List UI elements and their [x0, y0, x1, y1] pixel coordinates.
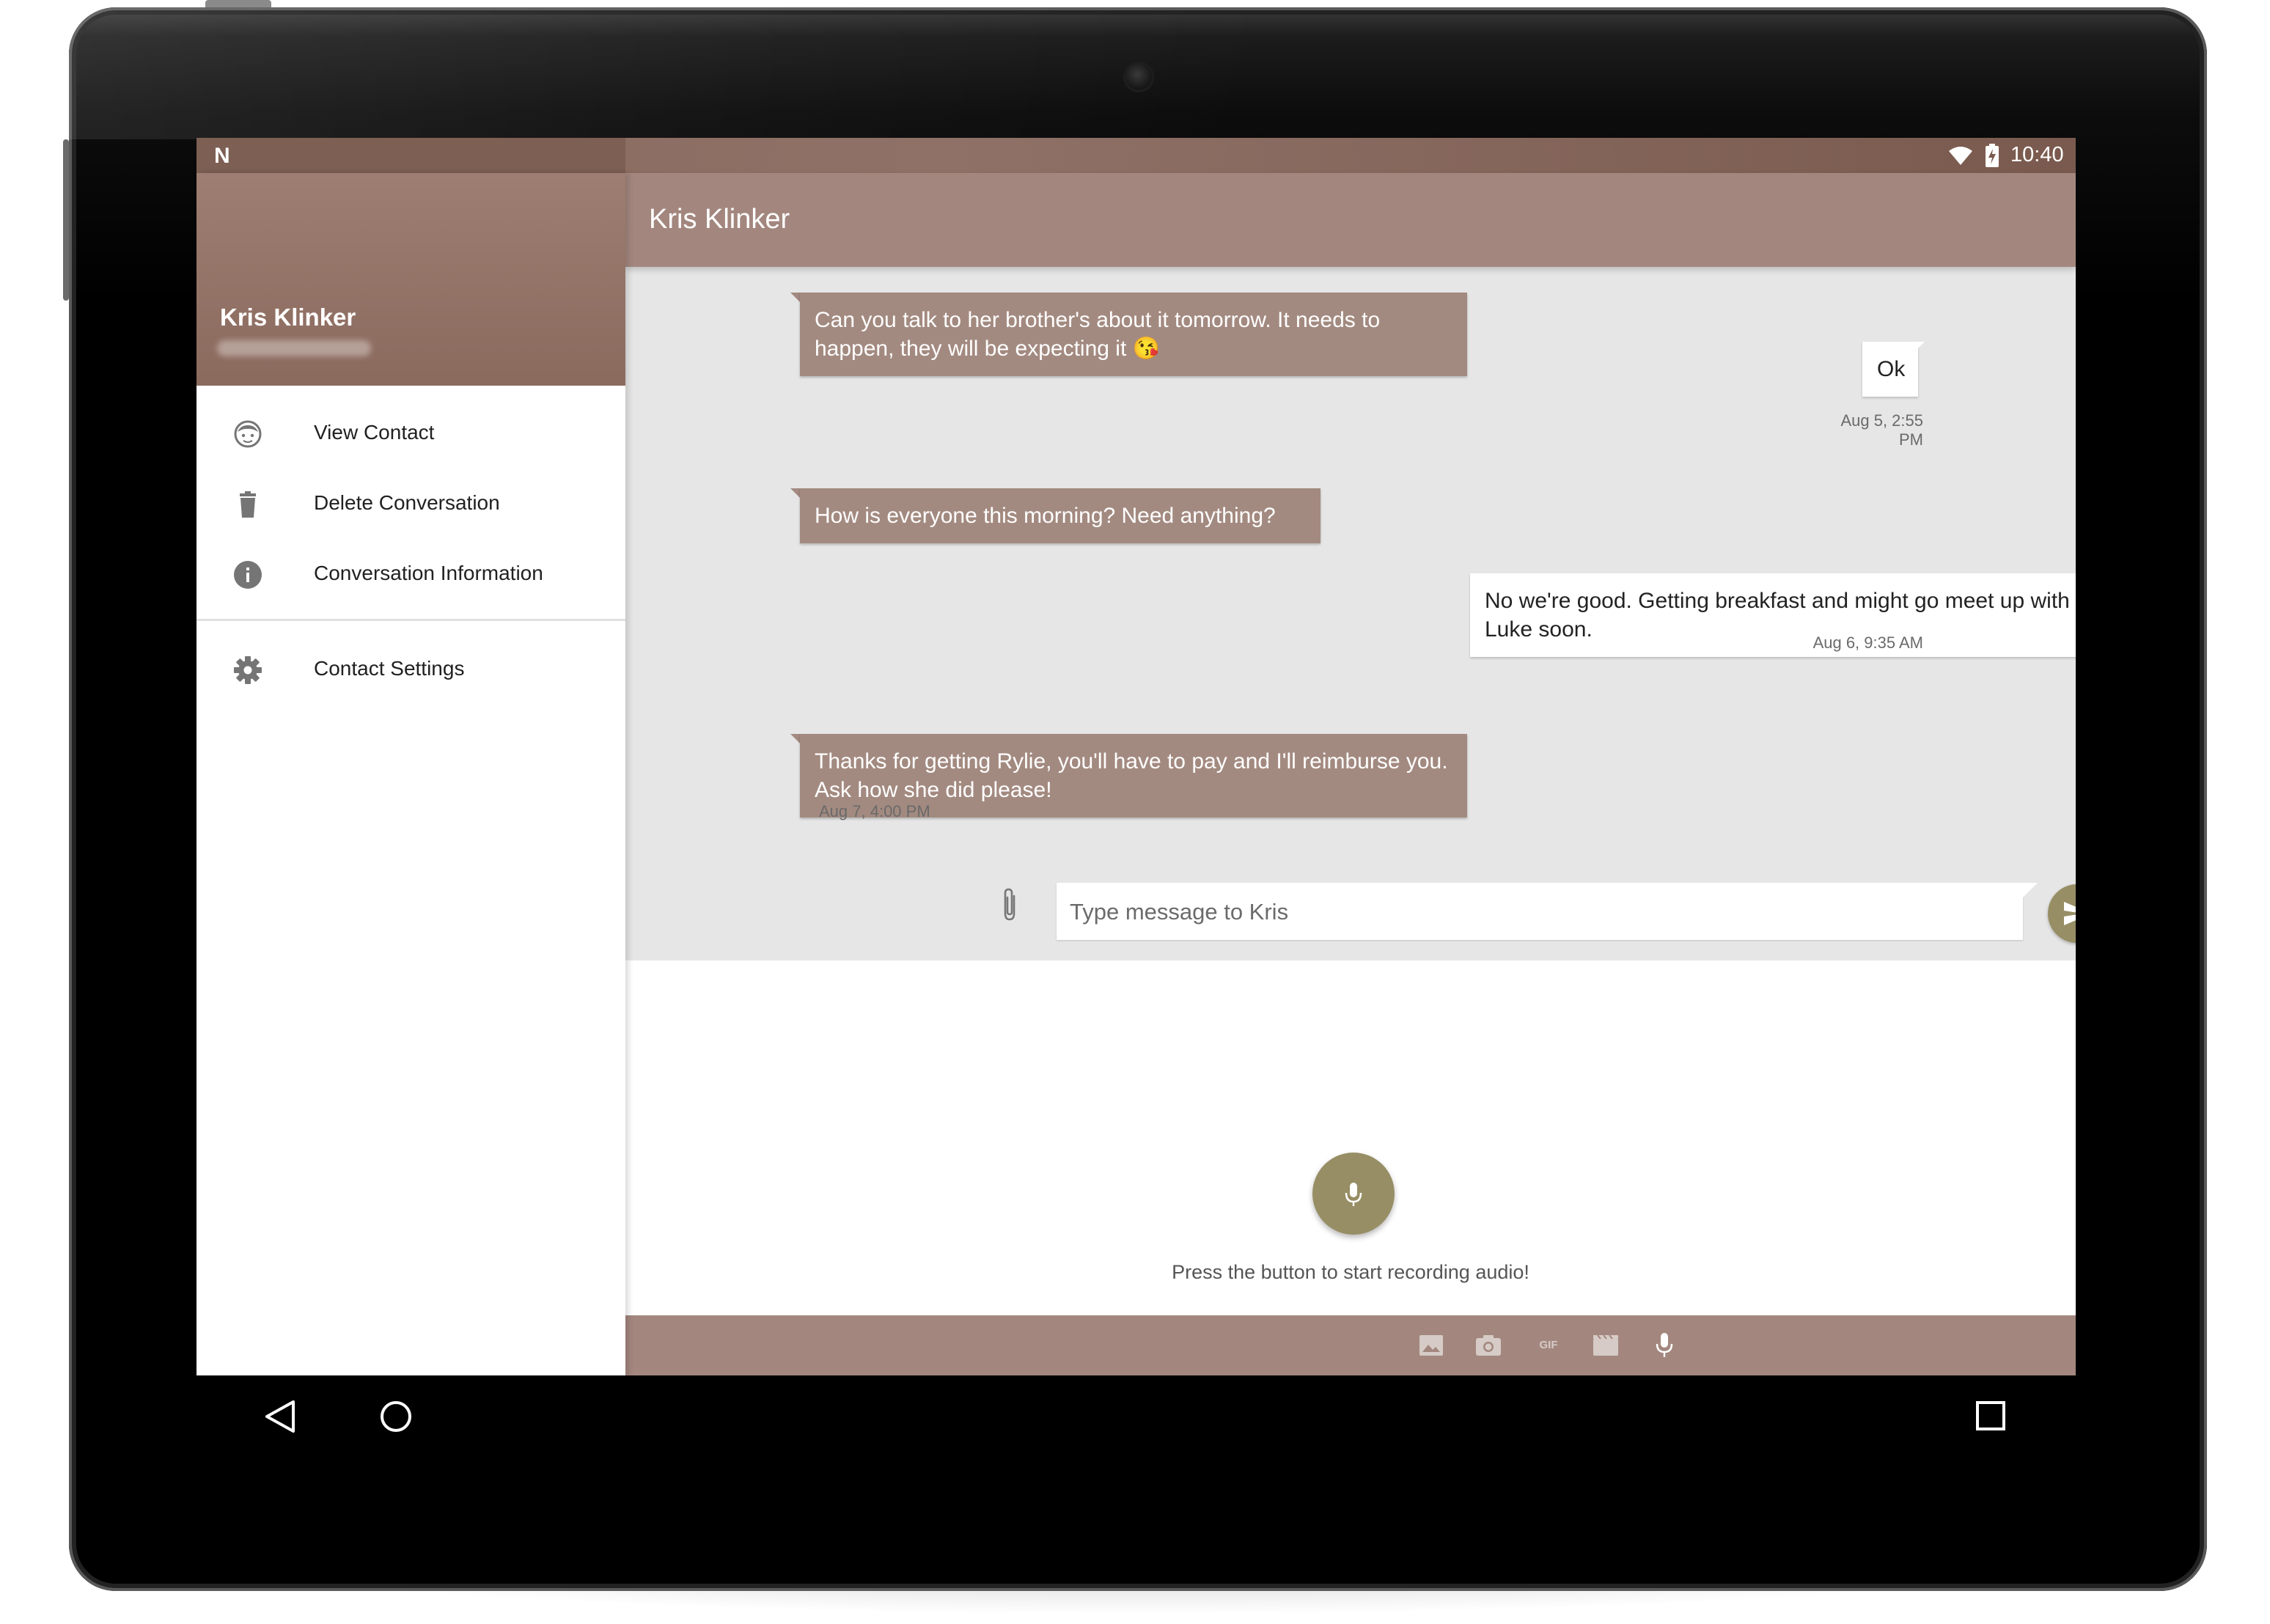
- input-tail: [2023, 883, 2038, 897]
- menu-item-view-contact[interactable]: View Contact: [196, 397, 625, 468]
- conversation-list[interactable]: Can you talk to her brother's about it t…: [625, 267, 2076, 960]
- message-text: Ok: [1877, 357, 1906, 381]
- volume-button: [63, 139, 69, 301]
- message-text: How is everyone this morning? Need anyth…: [815, 504, 1276, 528]
- gif-icon[interactable]: GIF: [1535, 1331, 1562, 1359]
- front-camera: [1125, 64, 1152, 90]
- message-text: Can you talk to her brother's about it t…: [815, 308, 1381, 361]
- tablet-screen: N 10:40 Kris Klinker Can you talk to her…: [196, 138, 2076, 1375]
- message-timestamp: Aug 7, 4:00 PM: [819, 802, 930, 820]
- paperclip-icon[interactable]: [999, 887, 1020, 922]
- battery-charging-icon: [1986, 144, 1999, 167]
- notification-icon: N: [214, 144, 230, 168]
- info-icon: [234, 561, 262, 589]
- drawer-contact-name: Kris Klinker: [220, 304, 356, 331]
- message-input[interactable]: [1068, 883, 2010, 941]
- app-bar: Kris Klinker: [625, 173, 2076, 267]
- status-clock: 10:40: [2010, 143, 2064, 166]
- audio-recorder-panel: Press the button to start recording audi…: [625, 960, 2076, 1315]
- navigation-drawer: Kris Klinker View Contact Delete Convers…: [196, 173, 625, 1375]
- message-bubble-outgoing[interactable]: No we're good. Getting breakfast and mig…: [1470, 573, 2076, 657]
- image-icon[interactable]: [1417, 1331, 1445, 1359]
- attachment-toolbar: GIF: [625, 1315, 2076, 1375]
- camera-icon[interactable]: [1474, 1331, 1502, 1359]
- drawer-header: Kris Klinker: [196, 173, 625, 386]
- menu-item-delete-conversation[interactable]: Delete Conversation: [196, 468, 625, 538]
- menu-divider: [196, 619, 625, 621]
- message-timestamp: Aug 5, 2:55 PM: [1840, 411, 1923, 449]
- message-bubble-incoming[interactable]: Can you talk to her brother's about it t…: [800, 293, 1467, 376]
- message-bubble-incoming[interactable]: How is everyone this morning? Need anyth…: [800, 488, 1321, 543]
- send-button[interactable]: [2048, 884, 2076, 943]
- gear-icon: [234, 656, 262, 684]
- menu-item-conversation-information[interactable]: Conversation Information: [196, 538, 625, 609]
- video-clapper-icon[interactable]: [1592, 1331, 1620, 1359]
- menu-item-contact-settings[interactable]: Contact Settings: [196, 633, 625, 704]
- face-icon: [234, 420, 262, 448]
- wifi-icon: [1949, 147, 1972, 165]
- back-icon[interactable]: [264, 1399, 296, 1434]
- record-audio-button[interactable]: [1312, 1153, 1395, 1235]
- bubble-tail: [1909, 342, 1925, 358]
- page-title: Kris Klinker: [649, 204, 790, 235]
- message-text: Thanks for getting Rylie, you'll have to…: [815, 749, 1448, 802]
- recents-icon[interactable]: [1975, 1400, 2006, 1431]
- home-icon[interactable]: [379, 1400, 413, 1433]
- message-text: No we're good. Getting breakfast and mig…: [1485, 589, 2070, 642]
- microphone-icon[interactable]: [1650, 1331, 1678, 1359]
- record-hint-text: Press the button to start recording audi…: [1172, 1261, 1529, 1283]
- mic-icon: [1345, 1183, 1362, 1206]
- menu-item-label: Contact Settings: [314, 657, 465, 680]
- trash-icon: [240, 491, 256, 518]
- menu-item-label: View Contact: [314, 421, 435, 444]
- frame-glare: [69, 7, 1242, 139]
- message-input-container: [1057, 883, 2023, 941]
- status-bar-drawer-section: [196, 138, 625, 173]
- menu-item-label: Conversation Information: [314, 562, 543, 584]
- send-icon: [2064, 902, 2076, 925]
- message-timestamp: Aug 6, 9:35 AM: [1812, 633, 1923, 652]
- menu-item-label: Delete Conversation: [314, 491, 500, 514]
- blurred-phone-number: [217, 340, 371, 356]
- power-button: [205, 0, 271, 7]
- bubble-tail: [1909, 573, 1925, 589]
